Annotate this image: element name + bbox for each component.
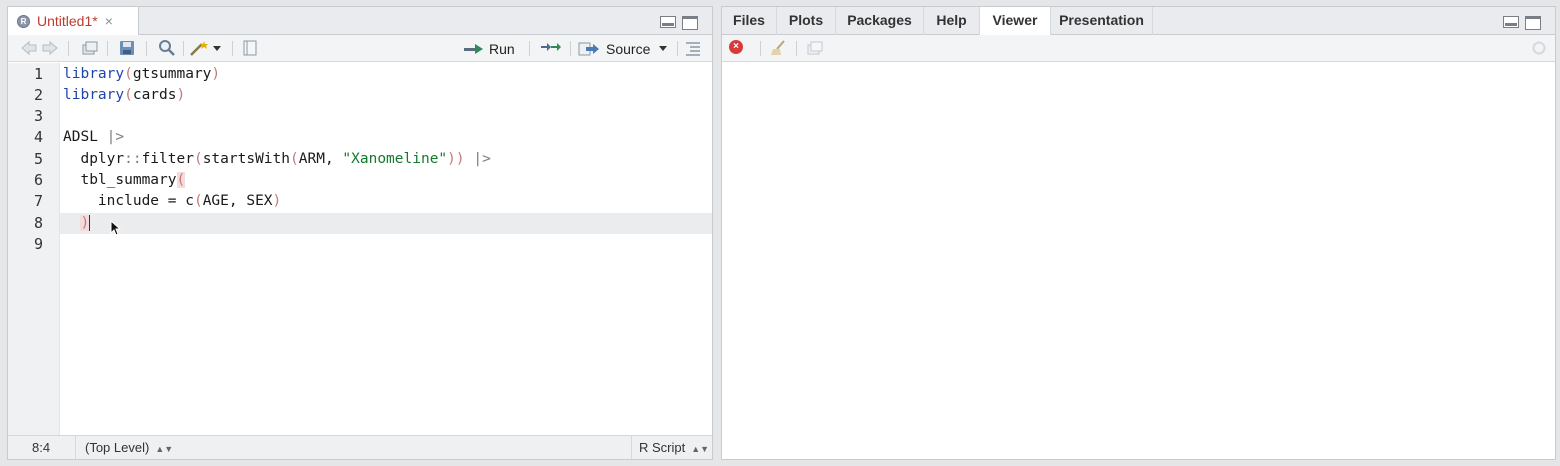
forward-arrow-icon[interactable] [41,40,59,56]
line-number: 8 [33,214,43,232]
editor-status-bar: 8:4 (Top Level) ▲▼ R Script ▲▼ [8,435,712,459]
viewer-content[interactable] [722,62,1555,459]
source-editor-pane: R Untitled1* × Run Source 1 2 3 4 5 6 7 … [7,6,713,460]
compile-report-icon[interactable] [243,40,257,56]
line-number-gutter: 1 2 3 4 5 6 7 8 9 [8,63,60,435]
code-line-2[interactable]: library(cards) [63,85,185,106]
tab-presentation[interactable]: Presentation [1051,7,1153,35]
line-number: 1 [33,65,43,83]
tab-viewer[interactable]: Viewer [980,7,1051,36]
tab-untitled1[interactable]: R Untitled1* × [8,7,139,35]
editor-toolbar: Run Source [8,35,712,62]
viewer-toolbar: × [722,35,1555,62]
code-tools-wand-icon[interactable] [188,40,210,56]
mouse-pointer-icon [110,220,122,236]
show-in-new-window-icon[interactable] [805,40,823,56]
code-line-8[interactable]: ) [63,213,91,234]
line-number: 7 [33,192,43,210]
source-icon [578,42,599,55]
code-line-4[interactable]: ADSL |> [63,127,124,148]
window-controls [660,16,698,30]
tab-files[interactable]: Files [722,7,777,35]
r-file-icon: R [17,14,30,28]
file-type-selector[interactable]: R Script ▲▼ [639,440,709,455]
tab-packages[interactable]: Packages [836,7,924,35]
code-tools-dropdown-icon[interactable] [213,46,221,51]
active-line-highlight [60,213,712,234]
close-tab-icon[interactable]: × [105,13,113,29]
code-line-1[interactable]: library(gtsummary) [63,64,220,85]
line-number: 5 [33,150,43,168]
tab-plots[interactable]: Plots [777,7,836,35]
run-button[interactable]: Run [464,39,515,58]
scope-selector[interactable]: (Top Level) ▲▼ [85,440,173,455]
document-outline-icon[interactable] [684,40,702,56]
search-icon[interactable] [158,40,176,56]
rerun-icon[interactable] [539,40,563,56]
editor-tab-bar: R Untitled1* × [8,7,712,35]
maximize-pane-icon[interactable] [682,16,698,30]
refresh-icon[interactable] [1531,40,1547,56]
source-label: Source [606,40,651,57]
line-number: 9 [33,235,43,253]
line-number: 2 [33,86,43,104]
viewer-tab-bar: Files Plots Packages Help Viewer Present… [722,7,1555,36]
run-label: Run [489,40,515,57]
cursor-position: 8:4 [32,440,51,455]
tab-title: Untitled1* [37,13,98,29]
text-cursor [89,215,91,231]
maximize-viewer-icon[interactable] [1525,16,1541,30]
code-line-7[interactable]: include = c(AGE, SEX) [63,191,281,212]
code-line-6[interactable]: tbl_summary( [63,170,186,191]
source-dropdown-icon[interactable] [659,46,668,51]
show-in-window-icon[interactable] [80,40,98,56]
viewer-window-controls [1503,16,1541,30]
code-line-5[interactable]: dplyr::filter(startsWith(ARM, "Xanomelin… [63,149,490,170]
minimize-pane-icon[interactable] [660,16,676,28]
viewer-pane: Files Plots Packages Help Viewer Present… [721,6,1556,460]
clear-broom-icon[interactable] [770,40,788,56]
line-number: 6 [33,171,43,189]
tab-help[interactable]: Help [924,7,980,35]
source-button[interactable]: Source [578,39,668,58]
minimize-viewer-icon[interactable] [1503,16,1519,28]
run-arrow-icon [464,43,484,54]
code-editor[interactable]: library(gtsummary) library(cards) ADSL |… [60,63,712,435]
stop-icon[interactable]: × [729,40,743,54]
line-number: 3 [33,107,43,125]
back-arrow-icon[interactable] [20,40,38,56]
save-icon[interactable] [119,40,135,56]
line-number: 4 [33,128,43,146]
